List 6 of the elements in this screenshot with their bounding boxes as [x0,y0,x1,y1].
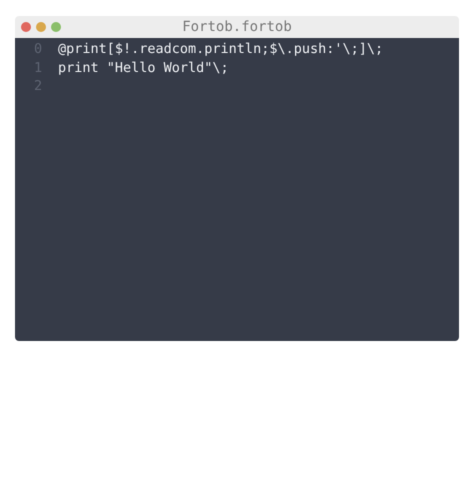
code-line: @print[$!.readcom.println;$\.push:'\;]\; [58,41,384,58]
zoom-button[interactable] [51,22,61,32]
close-button[interactable] [21,22,31,32]
window-title: Fortob.fortob [182,19,292,35]
minimize-button[interactable] [36,22,46,32]
code-line: print "Hello World"\; [58,60,229,76]
